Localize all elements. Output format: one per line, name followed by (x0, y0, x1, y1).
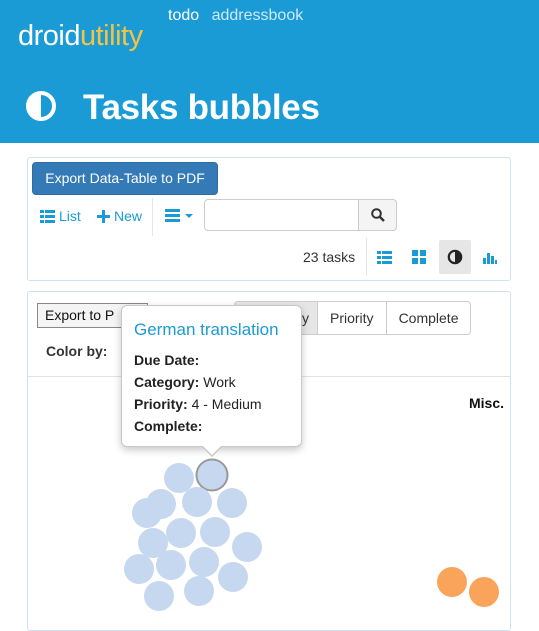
tooltip-arrow-inner (203, 446, 221, 455)
tooltip-category: Category: Work (134, 374, 236, 390)
tooltip-priority-label: Priority: (134, 396, 188, 412)
half-circle-contrast-icon (26, 91, 56, 121)
toolbar-panel: Export Data-Table to PDF List New 23 tas… (27, 157, 511, 281)
list-view-button[interactable] (368, 240, 400, 274)
list-icon (40, 209, 55, 223)
task-bubble[interactable] (232, 532, 262, 562)
task-bubble[interactable] (164, 463, 194, 493)
task-bubble[interactable] (184, 576, 214, 606)
bar-chart-view-button[interactable] (474, 240, 506, 274)
task-bubble[interactable] (132, 498, 162, 528)
search-button[interactable] (358, 199, 397, 231)
page-title: Tasks bubbles (83, 88, 320, 127)
list-label: List (59, 208, 81, 224)
hamburger-icon (165, 209, 180, 222)
tooltip-due-date: Due Date: (134, 352, 199, 368)
divider (366, 238, 367, 276)
task-bubble[interactable] (200, 517, 230, 547)
nav-todo[interactable]: todo (168, 7, 199, 24)
brand-part-2: utility (80, 20, 143, 52)
task-bubble[interactable] (218, 562, 248, 592)
list-button[interactable]: List (40, 208, 81, 224)
task-bubble-highlight[interactable] (469, 577, 499, 607)
task-bubble[interactable] (189, 547, 219, 577)
new-task-button[interactable]: New (97, 208, 142, 224)
list-view-icon (376, 250, 392, 264)
tooltip-category-value: Work (203, 374, 236, 390)
task-tooltip: German translation Due Date: Category: W… (121, 305, 302, 447)
bubbles-view-icon (447, 249, 463, 265)
top-navigation: todo addressbook (168, 7, 303, 25)
tooltip-due-date-label: Due Date: (134, 352, 200, 368)
tooltip-title: German translation (134, 320, 279, 339)
nav-addressbook[interactable]: addressbook (212, 7, 304, 24)
bubbles-view-button[interactable] (439, 240, 471, 274)
grid-view-icon (412, 250, 426, 264)
caret-down-icon (185, 213, 193, 218)
group-label-misc: Misc. (469, 395, 504, 411)
brand-logo[interactable]: droidutility (18, 20, 143, 53)
task-bubble[interactable] (124, 554, 154, 584)
export-data-table-pdf-button[interactable]: Export Data-Table to PDF (32, 162, 218, 195)
task-bubble-selected[interactable] (195, 458, 229, 492)
task-bubble[interactable] (217, 488, 247, 518)
menu-dropdown-button[interactable] (165, 209, 194, 222)
search-icon (370, 208, 385, 222)
search-input[interactable] (204, 199, 359, 231)
tooltip-priority: Priority: 4 - Medium (134, 396, 262, 412)
task-bubble[interactable] (166, 518, 196, 548)
tooltip-complete-label: Complete: (134, 418, 203, 434)
brand-part-1: droid (18, 20, 81, 52)
bar-chart-icon (483, 253, 497, 264)
task-bubble[interactable] (182, 487, 212, 517)
tooltip-complete: Complete: (134, 418, 202, 434)
task-bubble[interactable] (144, 581, 174, 611)
plus-icon (97, 209, 110, 223)
divider (152, 198, 153, 236)
task-bubble-highlight[interactable] (437, 567, 467, 597)
app-header: droidutility todo addressbook Tasks bubb… (0, 0, 539, 143)
task-count: 23 tasks (303, 249, 356, 265)
grid-view-button[interactable] (403, 240, 435, 274)
task-bubble[interactable] (156, 550, 186, 580)
new-label: New (114, 208, 143, 224)
tooltip-priority-value: 4 - Medium (191, 396, 262, 412)
tooltip-category-label: Category: (134, 374, 200, 390)
